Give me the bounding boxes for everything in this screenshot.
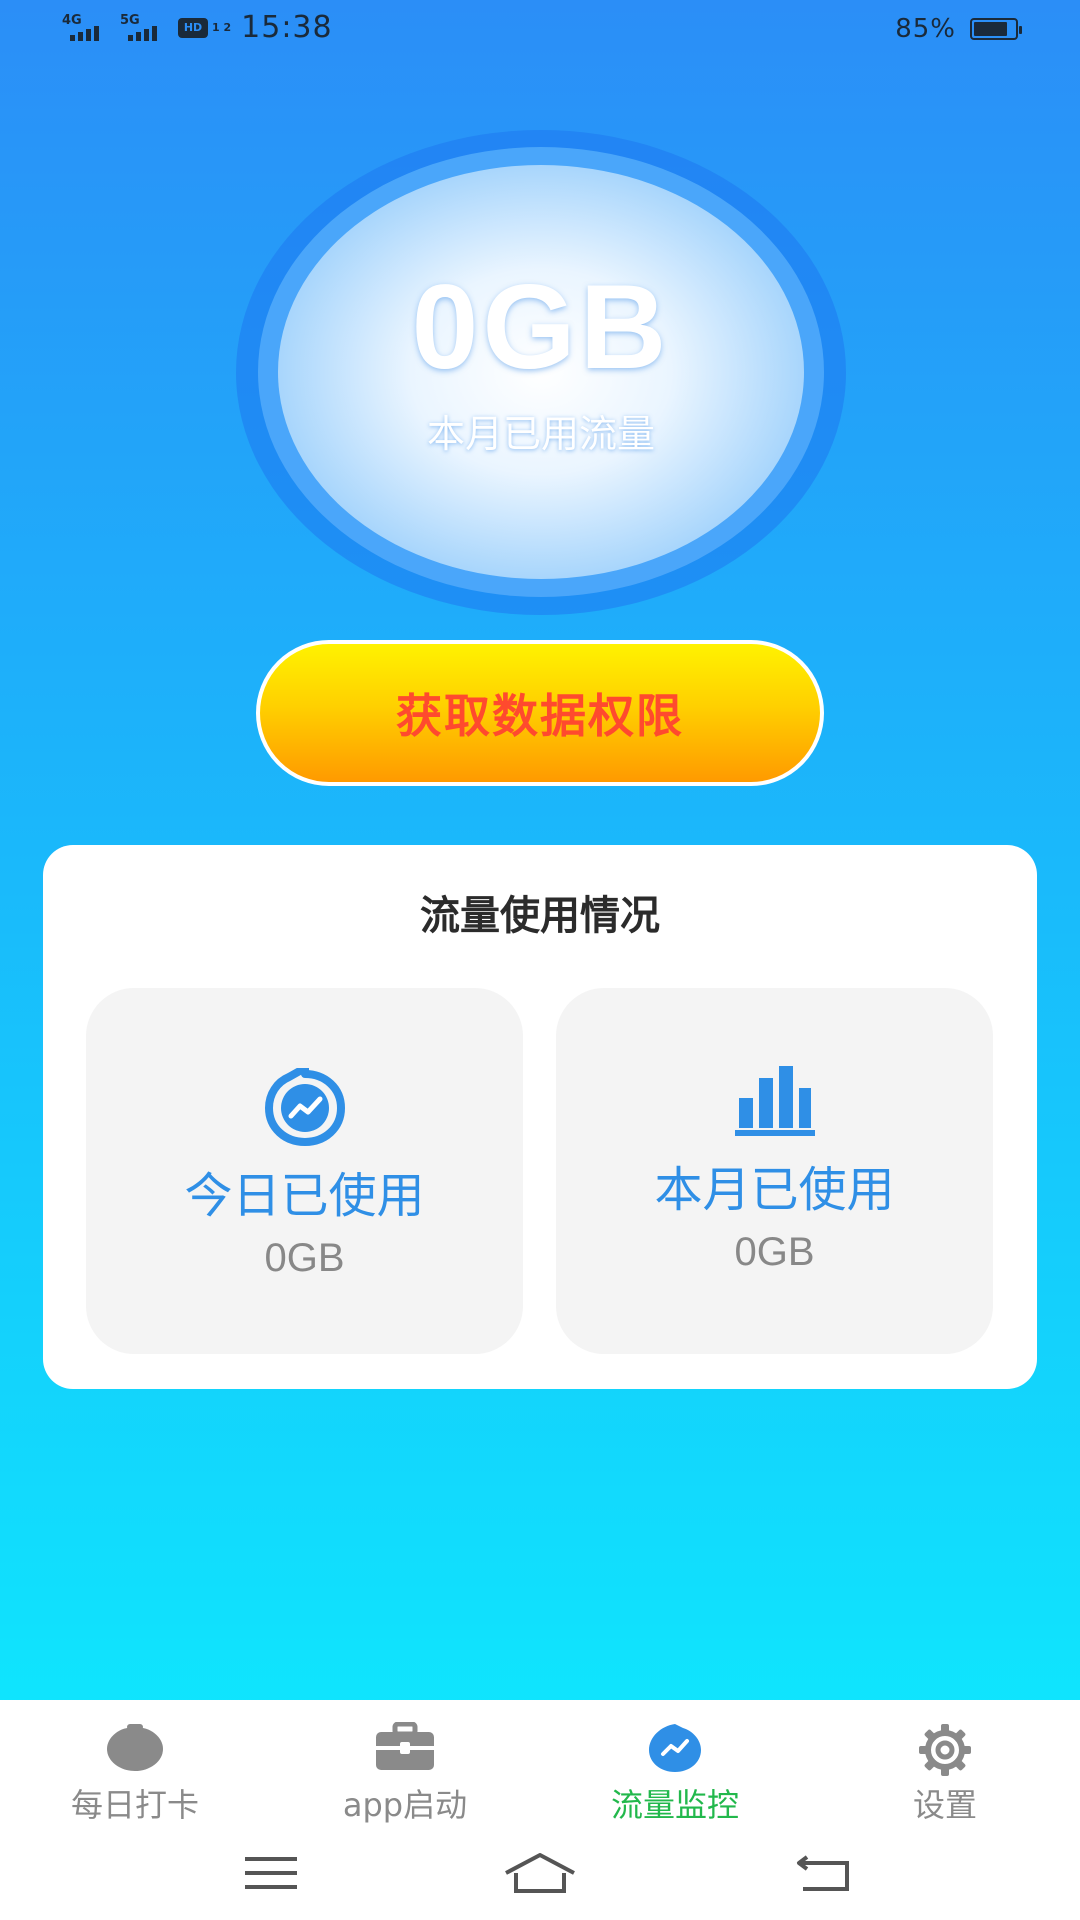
usage-circle: 0GB 本月已用流量 (278, 165, 804, 579)
usage-card: 流量使用情况 今日已使用 0GB 本月已使用 0GB (43, 845, 1037, 1389)
tab-label: app启动 (342, 1786, 468, 1824)
tab-traffic-monitor[interactable]: 流量监控 (540, 1700, 810, 1830)
briefcase-icon (270, 1722, 540, 1772)
today-usage-label: 今日已使用 (184, 1168, 425, 1224)
hd-voice-icon: HD (178, 17, 208, 38)
system-nav-bar (0, 1830, 1080, 1920)
back-icon[interactable] (778, 1848, 868, 1898)
tab-label: 流量监控 (610, 1786, 739, 1824)
trend-drop-icon (540, 1722, 810, 1774)
battery-fill (974, 22, 1008, 36)
permission-button-label: 获取数据权限 (396, 689, 684, 743)
usage-card-title: 流量使用情况 (420, 893, 660, 939)
status-time: 15:38 (241, 10, 333, 45)
tab-label: 设置 (912, 1786, 977, 1824)
today-usage-tile[interactable]: 今日已使用 0GB (86, 988, 523, 1354)
home-icon[interactable] (495, 1848, 585, 1898)
month-usage-value: 0GB (734, 1230, 815, 1274)
tab-settings[interactable]: 设置 (810, 1700, 1080, 1830)
menu-icon[interactable] (226, 1848, 316, 1898)
battery-icon (970, 18, 1022, 40)
bar-chart-icon (556, 1066, 993, 1136)
month-usage-tile[interactable]: 本月已使用 0GB (556, 988, 993, 1354)
status-bar: 4G 5G HD 1 2 15:38 85% (0, 0, 1080, 64)
today-usage-value: 0GB (264, 1236, 345, 1280)
tab-daily-checkin[interactable]: 每日打卡 (0, 1700, 270, 1830)
gear-icon (810, 1722, 1080, 1778)
hd-sub-label: 1 2 (212, 20, 232, 34)
tab-app-launch[interactable]: app启动 (270, 1700, 540, 1830)
monthly-usage-value: 0GB (411, 259, 671, 394)
get-data-permission-button[interactable]: 获取数据权限 (256, 640, 824, 786)
trend-drop-icon (86, 1068, 523, 1148)
month-usage-label: 本月已使用 (654, 1162, 895, 1218)
gray-blob-icon (0, 1722, 270, 1772)
status-left: 4G 5G HD 1 2 15:38 (62, 10, 333, 45)
monthly-usage-caption: 本月已用流量 (426, 411, 655, 456)
battery-percent: 85% (895, 14, 956, 44)
signal-4g-icon: 4G (62, 13, 110, 43)
bottom-tab-bar: 每日打卡 app启动 流量监控 设置 (0, 1700, 1080, 1830)
signal-5g-icon: 5G (120, 13, 168, 43)
tab-label: 每日打卡 (70, 1786, 199, 1824)
status-right: 85% (895, 14, 1022, 44)
